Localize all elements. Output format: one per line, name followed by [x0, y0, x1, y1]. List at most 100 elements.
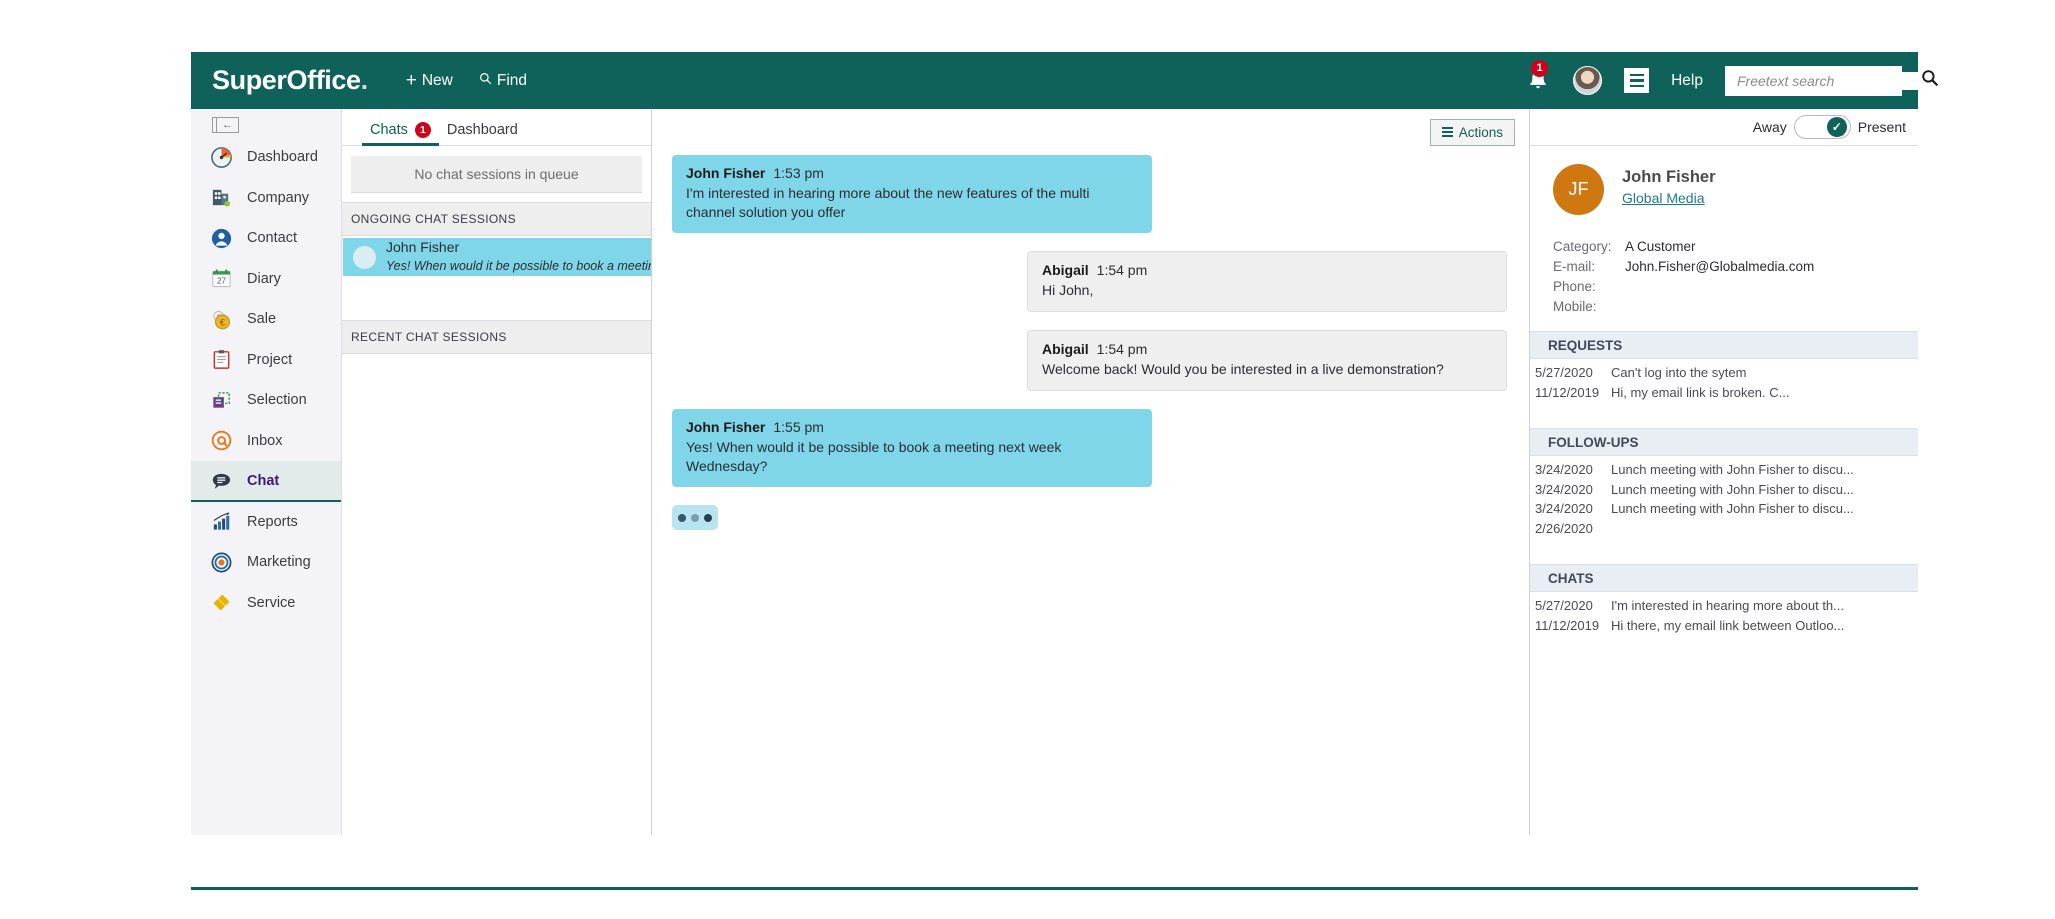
- field-label: Phone:: [1553, 277, 1625, 297]
- chat-message-bubble: Abigail1:54 pmHi John,: [1027, 251, 1507, 312]
- presence-toggle-bar: Away ✓ Present: [1530, 109, 1918, 146]
- message-time: 1:55 pm: [773, 419, 824, 435]
- sidebar-item-contact[interactable]: Contact: [191, 218, 341, 259]
- chat-bubble-icon: [210, 470, 233, 493]
- panel-row[interactable]: 5/27/2020Can't log into the sytem: [1535, 363, 1918, 383]
- app-body: ← Dashboard Company Contact 27 Diary $€Sale Pr…: [191, 109, 1918, 835]
- message-time: 1:54 pm: [1097, 341, 1148, 357]
- sidebar-item-label: Project: [247, 352, 292, 368]
- app-menu-button[interactable]: [1624, 68, 1649, 93]
- user-avatar[interactable]: [1573, 66, 1602, 95]
- plus-icon: +: [406, 71, 417, 90]
- row-date: 2/26/2020: [1535, 519, 1611, 539]
- sidebar-item-company[interactable]: Company: [191, 178, 341, 219]
- superoffice-logo: SuperOffice.: [212, 65, 368, 96]
- menu-line: [1630, 85, 1644, 88]
- message-sender: John Fisher: [686, 419, 765, 435]
- typing-dot: [678, 514, 686, 522]
- chat-message-bubble: Abigail1:54 pmWelcome back! Would you be…: [1027, 330, 1507, 391]
- message-header: John Fisher1:53 pm: [686, 165, 1138, 181]
- sidebar-item-inbox[interactable]: Inbox: [191, 421, 341, 462]
- ongoing-sessions-list: John FisherYes! When would it be possibl…: [342, 236, 651, 276]
- tab-dashboard-label: Dashboard: [447, 122, 518, 138]
- chat-session-item[interactable]: John FisherYes! When would it be possibl…: [343, 238, 651, 276]
- row-date: 11/12/2019: [1535, 616, 1611, 636]
- row-text: I'm interested in hearing more about th.…: [1611, 596, 1844, 616]
- contact-field-row: Category:A Customer: [1553, 237, 1918, 257]
- sidebar-item-reports[interactable]: Reports: [191, 502, 341, 543]
- sidebar-item-label: Diary: [247, 271, 281, 287]
- sidebar-item-label: Marketing: [247, 554, 311, 570]
- notifications-button[interactable]: 1: [1525, 67, 1551, 95]
- typing-dot: [704, 514, 712, 522]
- svg-text:€: €: [220, 317, 225, 327]
- building-icon: [210, 186, 233, 209]
- panel-row[interactable]: 2/26/2020: [1535, 519, 1918, 539]
- sidebar-item-project[interactable]: Project: [191, 340, 341, 381]
- conversation-toolbar: Actions: [652, 109, 1529, 155]
- typing-dot: [691, 514, 699, 522]
- chat-sessions-column: Chats 1 Dashboard No chat sessions in qu…: [342, 109, 652, 835]
- message-sender: Abigail: [1042, 341, 1089, 357]
- row-date: 5/27/2020: [1535, 363, 1611, 383]
- new-button[interactable]: + New: [406, 71, 453, 90]
- panel-row[interactable]: 11/12/2019Hi there, my email link betwee…: [1535, 616, 1918, 636]
- sidebar-item-chat[interactable]: Chat: [191, 461, 341, 502]
- message-text: Hi John,: [1042, 281, 1492, 300]
- sidebar-item-diary[interactable]: 27 Diary: [191, 259, 341, 300]
- tab-chats[interactable]: Chats 1: [362, 122, 439, 145]
- collapse-sidebar-button[interactable]: ←: [212, 117, 239, 133]
- row-date: 5/27/2020: [1535, 596, 1611, 616]
- panel-padding: [1535, 538, 1918, 550]
- panel-header-requests: REQUESTS: [1530, 331, 1918, 359]
- new-button-label: New: [422, 72, 453, 90]
- session-preview: Yes! When would it be possible to book a…: [386, 259, 651, 273]
- session-avatar-icon: [353, 246, 376, 269]
- panel-row[interactable]: 11/12/2019Hi, my email link is broken. C…: [1535, 383, 1918, 403]
- at-sign-icon: [210, 429, 233, 452]
- presence-toggle[interactable]: ✓: [1794, 115, 1851, 139]
- row-text: Lunch meeting with John Fisher to discu.…: [1611, 499, 1854, 519]
- search-input[interactable]: [1735, 72, 1921, 90]
- window-bottom-accent: [191, 887, 1918, 890]
- menu-line: [1630, 79, 1644, 82]
- panel-row[interactable]: 3/24/2020Lunch meeting with John Fisher …: [1535, 480, 1918, 500]
- logo-dot: .: [361, 65, 368, 95]
- top-right-tools: 1 Help: [1525, 66, 1902, 96]
- search-submit-icon[interactable]: [1921, 69, 1939, 92]
- actions-button-label: Actions: [1459, 125, 1503, 140]
- find-button[interactable]: Find: [479, 72, 527, 90]
- sidebar-item-marketing[interactable]: Marketing: [191, 542, 341, 583]
- message-text: I'm interested in hearing more about the…: [686, 184, 1138, 222]
- tab-dashboard[interactable]: Dashboard: [439, 122, 526, 145]
- calendar-icon: 27: [210, 267, 233, 290]
- row-date: 3/24/2020: [1535, 499, 1611, 519]
- sidebar-item-label: Contact: [247, 230, 297, 246]
- chat-tabs: Chats 1 Dashboard: [342, 109, 651, 146]
- freetext-search-box[interactable]: [1725, 66, 1902, 96]
- target-icon: [210, 551, 233, 574]
- sidebar-item-label: Dashboard: [247, 149, 318, 165]
- row-date: 3/24/2020: [1535, 480, 1611, 500]
- superoffice-app-window: SuperOffice. + New Find 1: [191, 52, 1918, 835]
- hamburger-icon: [1442, 127, 1453, 136]
- ticket-icon: [210, 591, 233, 614]
- panel-row[interactable]: 3/24/2020Lunch meeting with John Fisher …: [1535, 460, 1918, 480]
- tab-chats-badge: 1: [415, 122, 431, 138]
- row-text: Lunch meeting with John Fisher to discu.…: [1611, 480, 1854, 500]
- help-link[interactable]: Help: [1671, 72, 1703, 90]
- contact-company-link[interactable]: Global Media: [1622, 190, 1705, 206]
- top-header-bar: SuperOffice. + New Find 1: [191, 52, 1918, 109]
- actions-button[interactable]: Actions: [1430, 119, 1515, 146]
- message-sender: John Fisher: [686, 165, 765, 181]
- sidebar-item-label: Reports: [247, 514, 298, 530]
- sidebar-item-selection[interactable]: Selection: [191, 380, 341, 421]
- sidebar-item-service[interactable]: Service: [191, 583, 341, 624]
- sidebar-item-dashboard[interactable]: Dashboard: [191, 137, 341, 178]
- panel-row[interactable]: 3/24/2020Lunch meeting with John Fisher …: [1535, 499, 1918, 519]
- sidebar-item-sale[interactable]: $€Sale: [191, 299, 341, 340]
- panel-row[interactable]: 5/27/2020I'm interested in hearing more …: [1535, 596, 1918, 616]
- panel-rows: 5/27/2020Can't log into the sytem11/12/2…: [1530, 359, 1918, 414]
- clipboard-icon: [210, 348, 233, 371]
- sidebar-item-label: Company: [247, 190, 309, 206]
